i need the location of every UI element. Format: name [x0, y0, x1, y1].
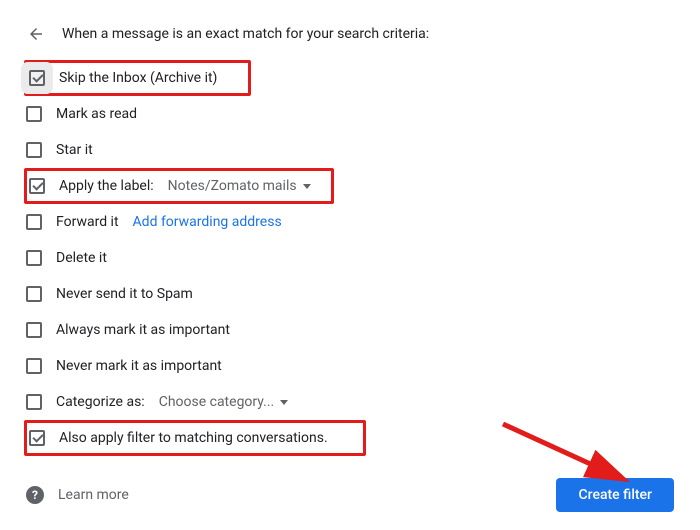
- option-skip-inbox[interactable]: Skip the Inbox (Archive it): [24, 60, 251, 96]
- arrow-left-icon: [27, 25, 45, 43]
- option-never-important[interactable]: Never mark it as important: [24, 348, 676, 384]
- add-forwarding-link[interactable]: Add forwarding address: [133, 214, 282, 230]
- checkbox-apply-label[interactable]: [29, 178, 45, 194]
- back-button[interactable]: [26, 24, 46, 44]
- option-apply-label[interactable]: Apply the label: Notes/Zomato mails: [24, 168, 334, 204]
- checkbox-mark-read[interactable]: [26, 106, 42, 122]
- option-never-spam[interactable]: Never send it to Spam: [24, 276, 676, 312]
- option-forward[interactable]: Forward it Add forwarding address: [24, 204, 676, 240]
- learn-more-label: Learn more: [58, 487, 129, 503]
- label-forward: Forward it: [56, 214, 119, 230]
- label-categorize: Categorize as:: [56, 394, 145, 410]
- label-dropdown[interactable]: Notes/Zomato mails: [168, 178, 311, 194]
- checkbox-always-important[interactable]: [26, 322, 42, 338]
- help-icon: ?: [26, 486, 44, 504]
- option-delete[interactable]: Delete it: [24, 240, 676, 276]
- learn-more-link[interactable]: ? Learn more: [26, 486, 129, 504]
- label-apply-label: Apply the label:: [59, 178, 154, 194]
- option-also-apply[interactable]: Also apply filter to matching conversati…: [24, 420, 366, 456]
- header-title: When a message is an exact match for you…: [62, 26, 429, 42]
- checkbox-delete[interactable]: [26, 250, 42, 266]
- chevron-down-icon: [280, 400, 288, 405]
- label-always-important: Always mark it as important: [56, 322, 230, 338]
- option-mark-read[interactable]: Mark as read: [24, 96, 676, 132]
- checkbox-forward[interactable]: [26, 214, 42, 230]
- label-delete: Delete it: [56, 250, 107, 266]
- checkbox-never-important[interactable]: [26, 358, 42, 374]
- checkbox-also-apply[interactable]: [29, 430, 45, 446]
- option-star[interactable]: Star it: [24, 132, 676, 168]
- label-skip-inbox: Skip the Inbox (Archive it): [59, 70, 217, 86]
- category-dropdown-value: Choose category...: [159, 394, 275, 410]
- checkbox-categorize[interactable]: [26, 394, 42, 410]
- label-dropdown-value: Notes/Zomato mails: [168, 178, 297, 194]
- chevron-down-icon: [303, 184, 311, 189]
- option-categorize[interactable]: Categorize as: Choose category...: [24, 384, 676, 420]
- create-filter-button[interactable]: Create filter: [556, 478, 674, 512]
- label-never-spam: Never send it to Spam: [56, 286, 193, 302]
- option-always-important[interactable]: Always mark it as important: [24, 312, 676, 348]
- label-also-apply: Also apply filter to matching conversati…: [59, 430, 328, 446]
- label-star: Star it: [56, 142, 93, 158]
- label-never-important: Never mark it as important: [56, 358, 222, 374]
- checkbox-star[interactable]: [26, 142, 42, 158]
- category-dropdown[interactable]: Choose category...: [159, 394, 289, 410]
- checkbox-never-spam[interactable]: [26, 286, 42, 302]
- label-mark-read: Mark as read: [56, 106, 137, 122]
- checkbox-skip-inbox[interactable]: [29, 70, 45, 86]
